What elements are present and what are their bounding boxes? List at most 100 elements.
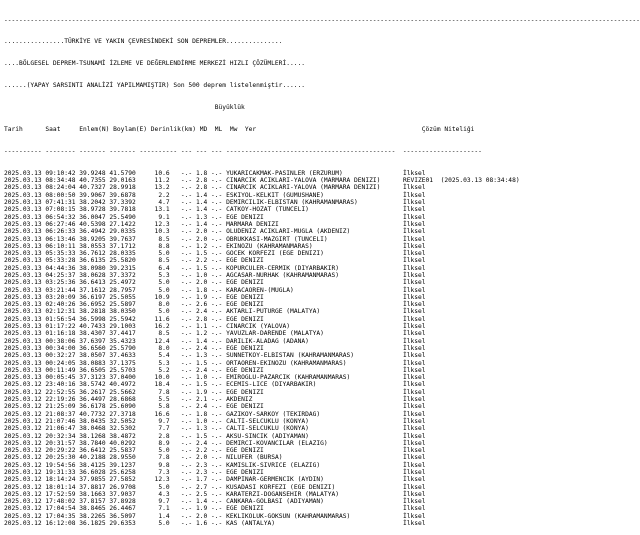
cell-date: 2025.03.13 bbox=[4, 199, 46, 207]
cell-md: -.- bbox=[180, 279, 196, 287]
cell-location: EGE DENIZI bbox=[226, 469, 403, 476]
cell-depth: 5.8 bbox=[139, 403, 181, 411]
cell-time: 04:44:36 bbox=[45, 264, 80, 272]
cell-date: 2025.03.12 bbox=[4, 447, 46, 455]
cell-date: 2025.03.13 bbox=[4, 220, 46, 228]
cell-md: -.- bbox=[180, 308, 196, 316]
cell-date: 2025.03.13 bbox=[4, 359, 46, 367]
cell-mw: -.- bbox=[211, 469, 227, 476]
cell-lat: 38.0507 bbox=[79, 352, 110, 360]
table-row: 2025.03.12 17:04:54 38.8465 26.4467 7.1 … bbox=[4, 505, 640, 512]
cell-md: -.- bbox=[180, 366, 196, 374]
cell-time: 01:17:22 bbox=[45, 323, 80, 331]
cell-solution: İlksel bbox=[402, 417, 426, 425]
cell-depth: 8.8 bbox=[139, 242, 181, 250]
cell-depth: 5.3 bbox=[139, 271, 181, 279]
cell-mw: -.- bbox=[211, 308, 227, 316]
cell-mw: -.- bbox=[211, 461, 227, 469]
cell-date: 2025.03.13 bbox=[4, 184, 46, 192]
cell-solution: İlksel bbox=[402, 469, 426, 476]
cell-lon: 25.5820 bbox=[109, 257, 140, 265]
cell-mw: -.- bbox=[211, 242, 227, 250]
cell-md: -.- bbox=[180, 352, 196, 360]
cell-solution: İlksel bbox=[402, 184, 426, 192]
cell-ml: 2.4 bbox=[195, 366, 212, 374]
cell-location: EGE DENIZI bbox=[226, 293, 403, 301]
col-header-boylam: Boylam(E) bbox=[113, 126, 151, 134]
cell-time: 18:01:14 bbox=[45, 483, 80, 491]
title-line-2: ....BÖLGESEL DEPREM-TSUNAMİ İZLEME VE DE… bbox=[4, 60, 306, 68]
cell-lon: 32.5302 bbox=[109, 425, 140, 433]
cell-mw: -.- bbox=[211, 483, 227, 491]
cell-date: 2025.03.13 bbox=[4, 330, 46, 338]
cell-solution: İlksel bbox=[402, 191, 426, 199]
cell-location: ESKIYOL-KELKIT (GUMUSHANE) bbox=[226, 191, 403, 199]
cell-mw: -.- bbox=[211, 417, 227, 425]
col-header-cozum: Çözüm Niteliği bbox=[421, 126, 475, 134]
cell-date: 2025.03.12 bbox=[4, 396, 46, 404]
cell-lat: 38.0553 bbox=[79, 242, 110, 250]
cell-lat: 36.6135 bbox=[79, 257, 110, 265]
cell-date: 2025.03.12 bbox=[4, 439, 46, 447]
cell-mw: -.- bbox=[211, 388, 227, 396]
cell-date: 2025.03.13 bbox=[4, 235, 46, 243]
cell-time: 06:26:33 bbox=[45, 228, 80, 236]
cell-location: EGE DENIZI bbox=[226, 257, 403, 265]
cell-lat: 38.7840 bbox=[79, 439, 110, 447]
cell-location: ORTAOREN-EKINOZU (KAHRAMANMARAS) bbox=[226, 359, 403, 367]
cell-lon: 25.5490 bbox=[109, 213, 140, 221]
cell-time: 23:40:16 bbox=[45, 381, 80, 389]
cell-solution: İlksel bbox=[402, 505, 426, 513]
table-row: 2025.03.12 16:12:08 36.1825 29.6353 5.0 … bbox=[4, 520, 640, 527]
cell-date: 2025.03.12 bbox=[4, 498, 46, 506]
cell-ml: 1.3 bbox=[195, 425, 212, 433]
cell-ml: 2.4 bbox=[195, 308, 212, 316]
cell-ml: 1.8 bbox=[195, 286, 212, 294]
cell-depth: 9.7 bbox=[139, 417, 181, 425]
cell-depth: 18.4 bbox=[139, 381, 181, 389]
table-row: 2025.03.12 18:01:14 37.8817 26.9708 5.0 … bbox=[4, 484, 640, 491]
cell-lon: 37.1375 bbox=[109, 359, 140, 367]
cell-lon: 37.9037 bbox=[109, 490, 140, 498]
cell-ml: 1.0 bbox=[195, 271, 212, 279]
cell-ml: 1.2 bbox=[195, 242, 212, 250]
cell-ml: 2.0 bbox=[195, 228, 212, 236]
cell-solution: İlksel bbox=[402, 388, 426, 396]
cell-lon: 26.9708 bbox=[109, 483, 140, 491]
cell-mw: -.- bbox=[211, 512, 227, 520]
cell-md: -.- bbox=[180, 432, 196, 440]
cell-ml: 1.1 bbox=[195, 323, 212, 331]
cell-date: 2025.03.13 bbox=[4, 308, 46, 316]
col-header-yer: Yer bbox=[244, 126, 422, 134]
cell-md: -.- bbox=[180, 235, 196, 243]
cell-lat: 36.6412 bbox=[79, 447, 110, 455]
cell-time: 17:48:02 bbox=[45, 498, 80, 506]
cell-lat: 36.6197 bbox=[79, 293, 110, 301]
cell-location: DARILIK-ALADAG (ADANA) bbox=[226, 337, 403, 345]
cell-location: SUNNETKOY-ELBISTAN (KAHRAMANMARAS) bbox=[226, 352, 403, 360]
cell-md: -.- bbox=[180, 257, 196, 265]
cell-mw: -.- bbox=[211, 344, 227, 352]
cell-lat: 38.0468 bbox=[79, 425, 110, 433]
cell-md: -.- bbox=[180, 199, 196, 207]
cell-time: 09:10:42 bbox=[45, 169, 80, 177]
cell-mw: -.- bbox=[211, 476, 227, 484]
cell-date: 2025.03.12 bbox=[4, 469, 46, 476]
table-row: 2025.03.12 19:54:56 38.4125 39.1237 9.8 … bbox=[4, 462, 640, 469]
cell-mw: -.- bbox=[211, 169, 227, 177]
cell-lat: 40.7732 bbox=[79, 410, 110, 418]
title-line-1: ................TÜRKİYE VE YAKIN ÇEVRESİ… bbox=[4, 38, 283, 46]
cell-lat: 38.1268 bbox=[79, 432, 110, 440]
cell-mw: -.- bbox=[211, 315, 227, 323]
cell-solution: İlksel bbox=[402, 213, 426, 221]
cell-md: -.- bbox=[180, 242, 196, 250]
table-row: 2025.03.13 01:56:54 36.5998 25.5942 11.6… bbox=[4, 316, 640, 323]
cell-depth: 16.2 bbox=[139, 323, 181, 331]
col-header-ml: ML bbox=[214, 126, 230, 134]
table-row: 2025.03.13 06:10:11 38.0553 37.1712 8.8 … bbox=[4, 243, 640, 250]
cell-location: DEMIRCI-KOVANCILAR (ELAZIG) bbox=[226, 439, 403, 447]
cell-md: -.- bbox=[180, 323, 196, 331]
col-header-enlem: Enlem(N) bbox=[79, 126, 114, 134]
cell-solution: İlksel bbox=[402, 315, 426, 323]
cell-lat: 36.4942 bbox=[79, 228, 110, 236]
